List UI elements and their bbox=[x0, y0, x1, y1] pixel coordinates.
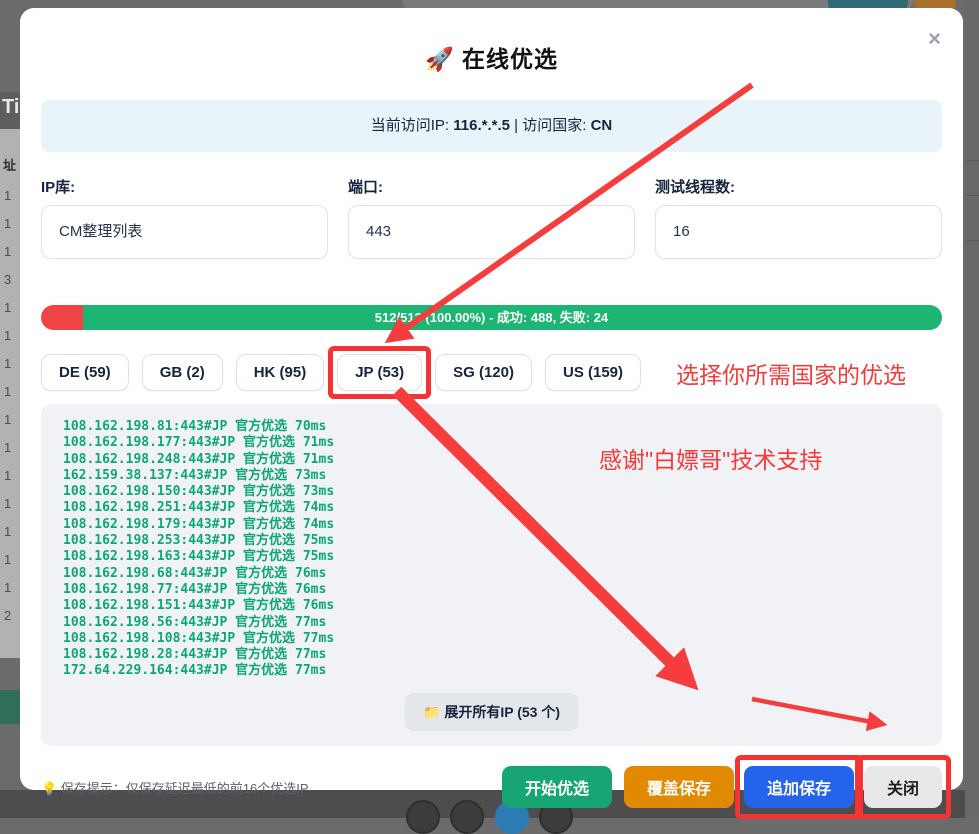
result-line: 108.162.198.179:443#JP 官方优选 74ms bbox=[63, 517, 942, 533]
action-wrap: 覆盖保存 bbox=[624, 766, 734, 808]
background-table-cell: 1 bbox=[0, 322, 20, 350]
country-button-jp[interactable]: JP (53) bbox=[337, 354, 422, 391]
result-line: 172.64.229.164:443#JP 官方优选 77ms bbox=[63, 663, 942, 679]
result-line: 108.162.198.28:443#JP 官方优选 77ms bbox=[63, 647, 942, 663]
save-hint: 💡 保存提示：仅保存延迟最低的前16个优选IP bbox=[41, 778, 490, 797]
background-left-table: Ti 址 1113111111111112 bbox=[0, 92, 20, 658]
expand-all-ip-button[interactable]: 📁 展开所有IP (53 个) bbox=[404, 693, 579, 731]
result-line: 108.162.198.253:443#JP 官方优选 75ms bbox=[63, 533, 942, 549]
country-button-us[interactable]: US (159) bbox=[545, 354, 641, 391]
country-label: | 访问国家: bbox=[510, 117, 591, 134]
dialog-footer: 💡 保存提示：仅保存延迟最低的前16个优选IP 开始优选覆盖保存追加保存关闭 bbox=[41, 756, 942, 818]
country-value: CN bbox=[591, 117, 613, 134]
result-line: 108.162.198.68:443#JP 官方优选 76ms bbox=[63, 566, 942, 582]
close-icon[interactable]: × bbox=[928, 28, 941, 50]
result-line: 108.162.198.81:443#JP 官方优选 70ms bbox=[63, 419, 942, 435]
action-buttons: 开始优选覆盖保存追加保存关闭 bbox=[490, 766, 942, 808]
action-wrap: 关闭 bbox=[864, 766, 942, 808]
background-table-cell: 1 bbox=[0, 294, 20, 322]
country-buttons: DE (59) GB (2) HK (95) JP (53) SG (120) US (1… bbox=[41, 354, 654, 391]
annotation-select-country: 选择你所需国家的优选 bbox=[676, 356, 906, 390]
result-line: 108.162.198.108:443#JP 官方优选 77ms bbox=[63, 631, 942, 647]
result-line: 108.162.198.77:443#JP 官方优选 76ms bbox=[63, 582, 942, 598]
field-input[interactable]: 443 bbox=[348, 205, 635, 259]
fields-row: IP库: CM整理列表端口: 443 测试线程数: 16 bbox=[41, 176, 942, 259]
form-field: 测试线程数: 16 bbox=[655, 176, 942, 259]
ip-value: 116.*.*.5 bbox=[453, 117, 510, 134]
form-field: 端口: 443 bbox=[348, 176, 635, 259]
background-table-cell: 1 bbox=[0, 434, 20, 462]
dialog-title: 🚀 在线优选 bbox=[41, 8, 942, 74]
background-table-cell: 1 bbox=[0, 546, 20, 574]
current-ip-banner: 当前访问IP: 116.*.*.5 | 访问国家: CN bbox=[41, 100, 942, 152]
background-table-cell: 1 bbox=[0, 350, 20, 378]
overwrite-save-button[interactable]: 覆盖保存 bbox=[624, 766, 734, 808]
country-button-de[interactable]: DE (59) bbox=[41, 354, 129, 391]
background-table-cell: 1 bbox=[0, 378, 20, 406]
background-table-cell: 1 bbox=[0, 518, 20, 546]
background-green-bar bbox=[0, 690, 20, 724]
result-line: 108.162.198.151:443#JP 官方优选 76ms bbox=[63, 598, 942, 614]
result-line: 108.162.198.251:443#JP 官方优选 74ms bbox=[63, 500, 942, 516]
country-filter-row: DE (59) GB (2) HK (95) JP (53) SG (120) US (1… bbox=[41, 354, 942, 391]
background-table-cell: 1 bbox=[0, 238, 20, 266]
form-field: IP库: CM整理列表 bbox=[41, 176, 328, 259]
background-table-cell: 1 bbox=[0, 490, 20, 518]
field-input[interactable]: CM整理列表 bbox=[41, 205, 328, 259]
result-line: 108.162.198.163:443#JP 官方优选 75ms bbox=[63, 549, 942, 565]
action-wrap: 开始优选 bbox=[502, 766, 612, 808]
field-input[interactable]: 16 bbox=[655, 205, 942, 259]
background-table-cell: 3 bbox=[0, 266, 20, 294]
start-optimize-button[interactable]: 开始优选 bbox=[502, 766, 612, 808]
annotation-thanks: 感谢"白嫖哥"技术支持 bbox=[599, 441, 822, 475]
country-button-sg[interactable]: SG (120) bbox=[435, 354, 532, 391]
background-table-cell: 1 bbox=[0, 210, 20, 238]
field-label: IP库: bbox=[41, 176, 328, 197]
result-line: 108.162.198.150:443#JP 官方优选 73ms bbox=[63, 484, 942, 500]
result-line: 108.162.198.56:443#JP 官方优选 77ms bbox=[63, 615, 942, 631]
background-table-digits: 1113111111111112 bbox=[0, 182, 20, 630]
background-partial-text: Ti bbox=[0, 92, 20, 129]
background-column-header: 址 bbox=[0, 129, 20, 182]
progress-bar: 512/512 (100.00%) - 成功: 488, 失败: 24 bbox=[41, 305, 942, 330]
country-button-hk[interactable]: HK (95) bbox=[236, 354, 325, 391]
field-label: 端口: bbox=[348, 176, 635, 197]
background-table-cell: 1 bbox=[0, 462, 20, 490]
ip-label: 当前访问IP: bbox=[371, 117, 454, 134]
action-wrap: 追加保存 bbox=[744, 766, 854, 808]
append-save-button[interactable]: 追加保存 bbox=[744, 766, 854, 808]
country-button-gb[interactable]: GB (2) bbox=[142, 354, 223, 391]
background-table-cell: 1 bbox=[0, 574, 20, 602]
close-button[interactable]: 关闭 bbox=[864, 766, 942, 808]
background-table-cell: 1 bbox=[0, 182, 20, 210]
results-panel: 108.162.198.81:443#JP 官方优选 70ms 108.162.1… bbox=[41, 404, 942, 746]
progress-text: 512/512 (100.00%) - 成功: 488, 失败: 24 bbox=[41, 305, 942, 330]
background-scrollbar bbox=[965, 0, 979, 818]
background-table-cell: 1 bbox=[0, 406, 20, 434]
online-optimize-dialog: × 🚀 在线优选 当前访问IP: 116.*.*.5 | 访问国家: CN IP… bbox=[20, 8, 963, 790]
background-table-cell: 2 bbox=[0, 602, 20, 630]
field-label: 测试线程数: bbox=[655, 176, 942, 197]
